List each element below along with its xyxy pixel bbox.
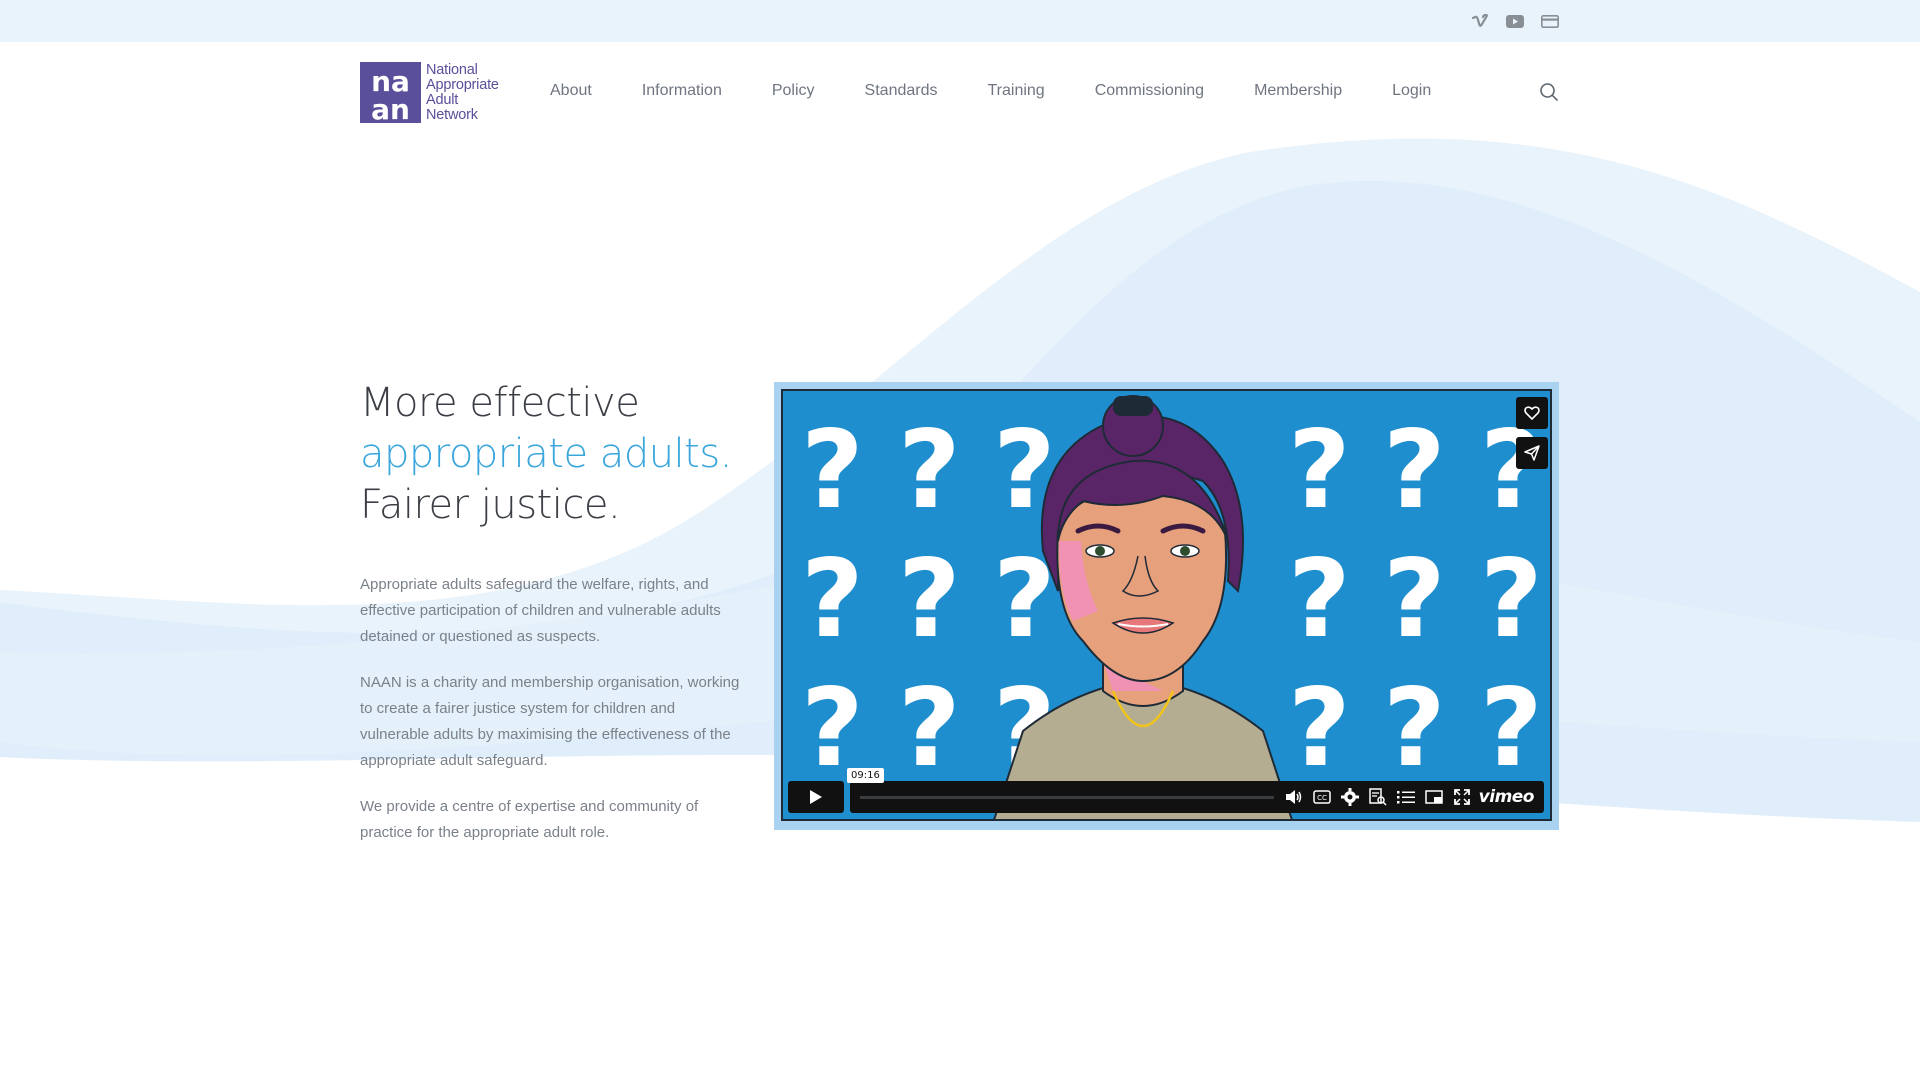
- control-bar: CC vimeo: [850, 781, 1544, 813]
- top-bar: [0, 0, 1920, 42]
- share-icon[interactable]: [1516, 437, 1548, 469]
- intro-paragraph-1: Appropriate adults safeguard the welfare…: [360, 576, 721, 645]
- logo-line-appropriate: Appropriate: [426, 77, 499, 93]
- fullscreen-icon[interactable]: [1452, 787, 1472, 807]
- question-mark-decoration: ?: [898, 666, 961, 791]
- transcript-icon[interactable]: [1368, 787, 1388, 807]
- question-mark-decoration: ?: [898, 537, 961, 662]
- hero-line-2: appropriate adults.: [360, 431, 732, 477]
- svg-text:CC: CC: [1317, 794, 1327, 802]
- nav-standards[interactable]: Standards: [865, 82, 938, 100]
- logo-line-adult: Adult: [426, 92, 459, 108]
- captions-icon[interactable]: CC: [1312, 787, 1332, 807]
- nav-about[interactable]: About: [550, 82, 592, 100]
- pip-icon[interactable]: [1424, 787, 1444, 807]
- question-mark-decoration: ?: [898, 408, 961, 533]
- logo-line-network: Network: [426, 107, 478, 123]
- question-mark-decoration: ?: [801, 537, 864, 662]
- intro-paragraph-3: We provide a centre of expertise and com…: [360, 798, 699, 841]
- vimeo-icon[interactable]: [1470, 12, 1490, 30]
- naan-logo-mark[interactable]: na an: [360, 62, 421, 126]
- card-icon[interactable]: [1540, 12, 1560, 30]
- question-mark-decoration: ?: [1383, 408, 1446, 533]
- vimeo-logo[interactable]: vimeo: [1479, 787, 1535, 807]
- progress-bar[interactable]: [860, 796, 1274, 799]
- hero-line-3: Fairer justice.: [360, 482, 621, 528]
- search-icon[interactable]: [1539, 82, 1559, 102]
- video-thumbnail-person: [993, 395, 1293, 819]
- question-mark-decoration: ?: [1480, 666, 1543, 791]
- video-player[interactable]: ? ? ? ? ? ? ? ? ? ? ? ? ? ? ? ? ? ?: [781, 389, 1552, 821]
- logo-text[interactable]: National Appropriate Adult Network: [426, 63, 499, 123]
- logo-mark-bottom: an: [371, 93, 410, 123]
- intro-copy: Appropriate adults safeguard the welfare…: [360, 572, 740, 866]
- hero-line-1: More effective: [360, 380, 640, 426]
- question-mark-decoration: ?: [1480, 408, 1543, 533]
- question-mark-decoration: ?: [1383, 537, 1446, 662]
- nav-commissioning[interactable]: Commissioning: [1095, 82, 1204, 100]
- volume-icon[interactable]: [1284, 787, 1304, 807]
- logo-line-national: National: [426, 62, 478, 78]
- question-mark-decoration: ?: [1480, 537, 1543, 662]
- play-icon[interactable]: [788, 781, 844, 813]
- main-nav: About Information Policy Standards Train…: [550, 82, 1481, 100]
- intro-paragraph-2: NAAN is a charity and membership organis…: [360, 674, 740, 769]
- question-mark-decoration: ?: [801, 408, 864, 533]
- nav-information[interactable]: Information: [642, 82, 722, 100]
- nav-policy[interactable]: Policy: [772, 82, 815, 100]
- settings-icon[interactable]: [1340, 787, 1360, 807]
- like-icon[interactable]: [1516, 397, 1548, 429]
- youtube-icon[interactable]: [1505, 12, 1525, 30]
- video-controls: CC vimeo: [788, 781, 1544, 813]
- video-duration: 09:16: [847, 768, 884, 783]
- nav-login[interactable]: Login: [1392, 82, 1431, 100]
- question-mark-decoration: ?: [1383, 666, 1446, 791]
- hero-heading: More effective appropriate adults. Faire…: [360, 378, 732, 531]
- nav-training[interactable]: Training: [987, 82, 1044, 100]
- chapters-icon[interactable]: [1396, 787, 1416, 807]
- question-mark-decoration: ?: [801, 666, 864, 791]
- nav-membership[interactable]: Membership: [1254, 82, 1342, 100]
